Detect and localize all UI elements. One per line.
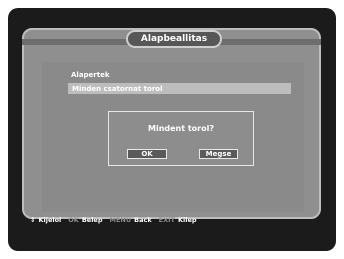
menu-item-label: Minden csatornat torol <box>72 84 163 93</box>
window-title: Alapbeallitas <box>140 34 208 44</box>
hint-back-label: Back <box>134 216 152 224</box>
exit-key-icon: EXIT <box>158 216 175 224</box>
menu-label: Alapertek <box>71 71 110 79</box>
hint-enter-label: Belep <box>81 216 103 224</box>
up-down-arrows-icon: ⇕ <box>30 216 36 224</box>
dialog-message: Mindent torol? <box>148 124 214 133</box>
footer-hints: ⇕ Kijelol OK Belep MENU Back EXIT Kilep <box>30 216 201 224</box>
hint-select-label: Kijelol <box>38 216 62 224</box>
ok-key-icon: OK <box>68 216 79 224</box>
menu-item-delete-all-channels[interactable]: Minden csatornat torol <box>68 83 291 94</box>
hint-exit-label: Kilep <box>177 216 197 224</box>
ok-button[interactable]: OK <box>127 149 167 159</box>
window-title-tab: Alapbeallitas <box>126 30 222 48</box>
menu-key-icon: MENU <box>109 216 132 224</box>
cancel-button[interactable]: Megse <box>199 149 238 159</box>
confirm-dialog: Mindent torol? OK Megse <box>108 111 254 166</box>
